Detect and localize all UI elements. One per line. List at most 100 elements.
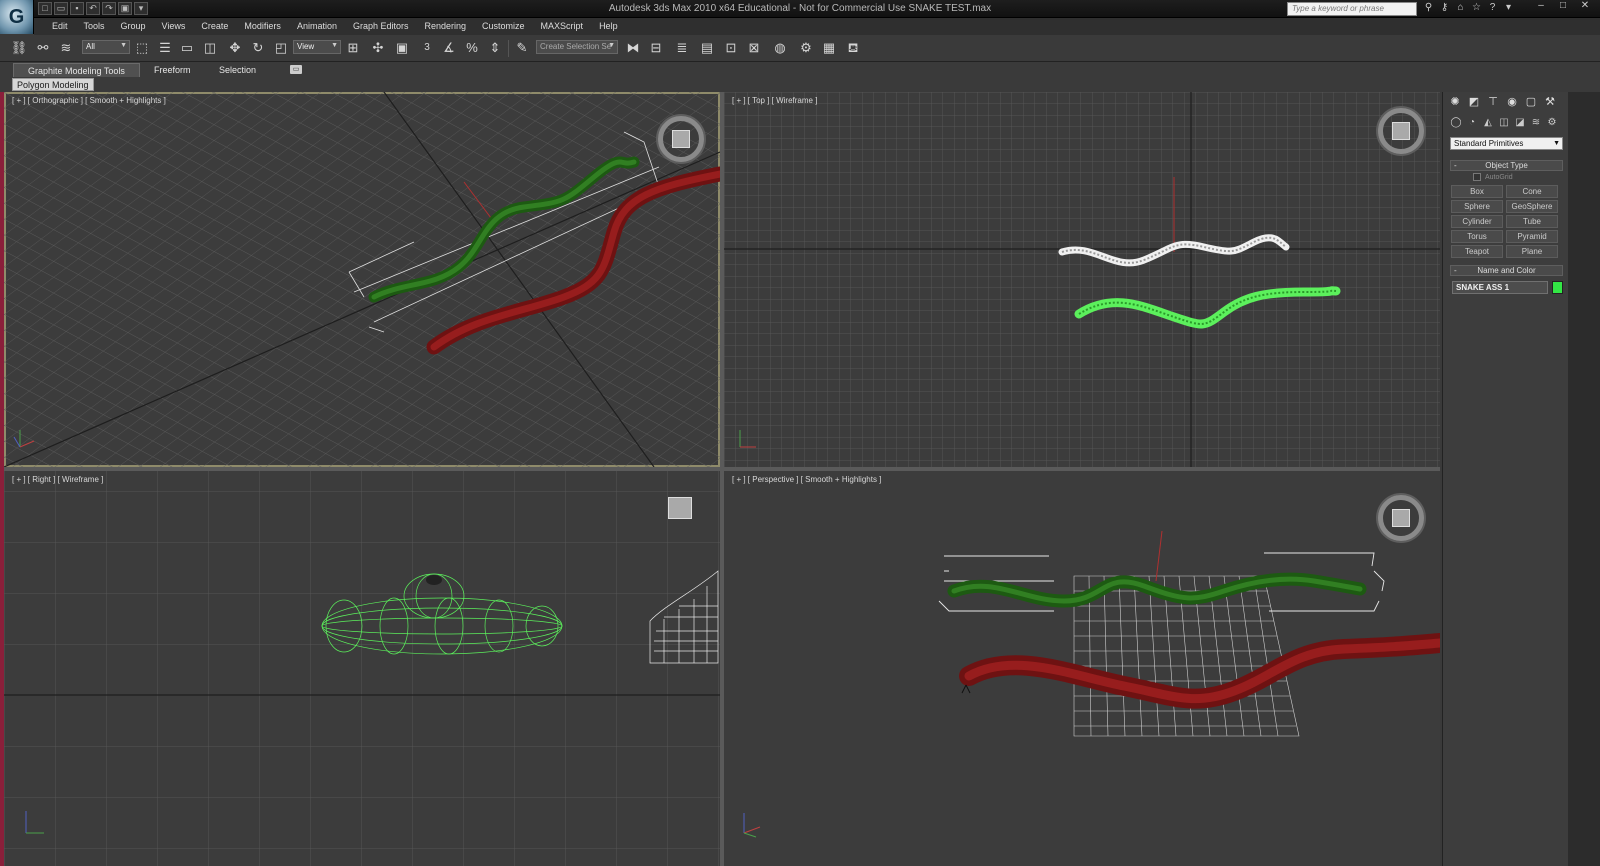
object-color-swatch[interactable] [1552, 281, 1563, 294]
viewcube[interactable] [1378, 495, 1424, 541]
close-icon[interactable]: ✕ [1574, 0, 1596, 14]
display-icon[interactable]: ▢ [1523, 94, 1539, 110]
material-editor-icon[interactable]: ◍ [771, 39, 789, 57]
window-crossing-icon[interactable]: ◫ [201, 39, 219, 57]
cone-button[interactable]: Cone [1506, 185, 1558, 198]
keyboard-shortcut-icon[interactable]: ▣ [393, 39, 411, 57]
pyramid-button[interactable]: Pyramid [1506, 230, 1558, 243]
box-button[interactable]: Box [1451, 185, 1503, 198]
autogrid-checkbox[interactable]: AutoGrid [1473, 173, 1513, 181]
polygon-modeling-panel[interactable]: Polygon Modeling [12, 78, 94, 91]
rendered-frame-icon[interactable]: ▦ [820, 39, 838, 57]
scale-icon[interactable]: ◰ [272, 39, 290, 57]
viewport-right[interactable]: [ + ] [ Right ] [ Wireframe ] [4, 471, 720, 866]
comm-center-icon[interactable]: ⌂ [1454, 1, 1467, 15]
viewport-label[interactable]: [ + ] [ Orthographic ] [ Smooth + Highli… [12, 96, 166, 105]
selection-filter-dropdown[interactable]: All ▼ [82, 40, 130, 54]
hierarchy-icon[interactable]: ⊤ [1485, 94, 1501, 110]
primitive-category-select[interactable]: Standard Primitives ▼ [1450, 137, 1563, 150]
systems-icon[interactable]: ⚙ [1545, 116, 1559, 130]
percent-snap-icon[interactable]: % [463, 39, 481, 57]
application-button[interactable]: G [0, 0, 34, 34]
menu-views[interactable]: Views [154, 18, 194, 35]
rectangular-selection-icon[interactable]: ▭ [178, 39, 196, 57]
schematic-view-icon[interactable]: ⊠ [745, 39, 763, 57]
bind-space-warp-icon[interactable]: ≋ [57, 39, 75, 57]
viewcube-face[interactable] [1392, 509, 1410, 527]
menu-modifiers[interactable]: Modifiers [236, 18, 289, 35]
select-manipulate-icon[interactable]: ✣ [369, 39, 387, 57]
viewport-splitter-horizontal[interactable] [4, 467, 1440, 471]
favorites-icon[interactable]: ☆ [1470, 1, 1483, 15]
binoculars-icon[interactable]: ⚲ [1422, 1, 1435, 15]
spinner-snap-icon[interactable]: ⇕ [486, 39, 504, 57]
create-icon[interactable]: ✺ [1447, 94, 1463, 110]
render-setup-icon[interactable]: ⚙ [797, 39, 815, 57]
shapes-icon[interactable]: ◔ [1465, 116, 1479, 130]
help-icon[interactable]: ? [1486, 1, 1499, 15]
lights-icon[interactable]: ◭ [1481, 116, 1495, 130]
edit-named-selection-icon[interactable]: ✎ [513, 39, 531, 57]
cylinder-button[interactable]: Cylinder [1451, 215, 1503, 228]
geosphere-button[interactable]: GeoSphere [1506, 200, 1558, 213]
align-icon[interactable]: ⊟ [647, 39, 665, 57]
minimize-icon[interactable]: – [1530, 0, 1552, 14]
utilities-icon[interactable]: ⚒ [1542, 94, 1558, 110]
menu-edit[interactable]: Edit [44, 18, 76, 35]
name-and-color-rollout[interactable]: - Name and Color [1450, 265, 1563, 276]
menu-create[interactable]: Create [193, 18, 236, 35]
menu-maxscript[interactable]: MAXScript [533, 18, 592, 35]
viewcube[interactable] [658, 116, 704, 162]
tube-button[interactable]: Tube [1506, 215, 1558, 228]
curve-editor-icon[interactable]: ⊡ [722, 39, 740, 57]
viewport-top[interactable]: [ + ] [ Top ] [ Wireframe ] [724, 92, 1440, 467]
key-icon[interactable]: ⚷ [1438, 1, 1451, 15]
torus-button[interactable]: Torus [1451, 230, 1503, 243]
ribbon-minimize-icon[interactable]: ▭ [290, 65, 302, 74]
sphere-button[interactable]: Sphere [1451, 200, 1503, 213]
menu-rendering[interactable]: Rendering [417, 18, 475, 35]
select-object-icon[interactable]: ⬚ [133, 39, 151, 57]
tab-freeform[interactable]: Freeform [140, 63, 205, 77]
search-input[interactable]: Type a keyword or phrase [1287, 2, 1417, 16]
menu-tools[interactable]: Tools [76, 18, 113, 35]
modify-icon[interactable]: ◩ [1466, 94, 1482, 110]
viewport-perspective[interactable]: [ + ] [ Perspective ] [ Smooth + Highlig… [724, 471, 1440, 866]
tab-selection[interactable]: Selection [205, 63, 270, 77]
angle-snap-icon[interactable]: ∡ [440, 39, 458, 57]
viewport-label[interactable]: [ + ] [ Right ] [ Wireframe ] [12, 475, 103, 484]
viewport-orthographic[interactable]: [ + ] [ Orthographic ] [ Smooth + Highli… [4, 92, 720, 467]
object-type-rollout[interactable]: - Object Type [1450, 160, 1563, 171]
viewport-label[interactable]: [ + ] [ Perspective ] [ Smooth + Highlig… [732, 475, 881, 484]
helpers-icon[interactable]: ◪ [1513, 116, 1527, 130]
viewcube-face[interactable] [1392, 122, 1410, 140]
link-icon[interactable]: ⛓ [10, 39, 28, 57]
rotate-icon[interactable]: ↻ [249, 39, 267, 57]
layer-manager-icon[interactable]: ≣ [673, 39, 691, 57]
graphite-toggle-icon[interactable]: ▤ [698, 39, 716, 57]
plane-button[interactable]: Plane [1506, 245, 1558, 258]
viewcube[interactable] [1378, 108, 1424, 154]
named-selection-dropdown[interactable]: Create Selection Se ▼ [536, 40, 618, 54]
unlink-icon[interactable]: ⚯ [34, 39, 52, 57]
pivot-center-icon[interactable]: ⊞ [344, 39, 362, 57]
menu-help[interactable]: Help [591, 18, 626, 35]
viewcube[interactable] [668, 497, 692, 519]
tab-graphite-modeling-tools[interactable]: Graphite Modeling Tools [13, 63, 140, 77]
viewport-splitter-vertical[interactable] [720, 92, 724, 866]
geometry-icon[interactable]: ◯ [1449, 116, 1463, 130]
teapot-button[interactable]: Teapot [1451, 245, 1503, 258]
menu-animation[interactable]: Animation [289, 18, 345, 35]
space-warps-icon[interactable]: ≋ [1529, 116, 1543, 130]
maximize-icon[interactable]: □ [1552, 0, 1574, 14]
reference-coordinate-dropdown[interactable]: View ▼ [293, 40, 341, 54]
menu-customize[interactable]: Customize [474, 18, 533, 35]
help-dropdown-icon[interactable]: ▾ [1502, 1, 1515, 15]
object-name-input[interactable]: SNAKE ASS 1 [1452, 281, 1548, 294]
render-production-icon[interactable]: ⛾ [844, 39, 862, 57]
menu-graph-editors[interactable]: Graph Editors [345, 18, 417, 35]
mirror-icon[interactable]: ⧓ [624, 39, 642, 57]
snaps-toggle-icon[interactable]: 3 [418, 39, 436, 57]
menu-group[interactable]: Group [113, 18, 154, 35]
cameras-icon[interactable]: ◫ [1497, 116, 1511, 130]
